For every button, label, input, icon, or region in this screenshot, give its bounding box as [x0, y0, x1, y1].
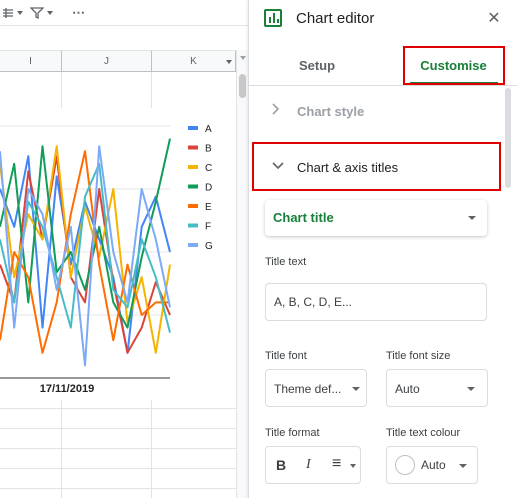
- title-text-colour-label: Title text colour: [386, 427, 461, 439]
- section-chart-style[interactable]: Chart style: [249, 88, 502, 134]
- spreadsheet-area: ⋯ I J K 17/11/2019 A B C D E F G: [0, 0, 248, 498]
- column-header-k[interactable]: K: [152, 51, 236, 72]
- series-line-a: [0, 155, 171, 354]
- chevron-down-icon: [459, 464, 467, 468]
- title-font-size-select[interactable]: Auto: [386, 369, 488, 407]
- series-line-g: [0, 145, 171, 367]
- align-icon[interactable]: ≡: [332, 455, 341, 473]
- scroll-up-icon: [240, 56, 246, 60]
- column-header-i[interactable]: I: [0, 51, 62, 72]
- bold-button[interactable]: B: [276, 457, 286, 473]
- legend-label-e: E: [205, 202, 212, 213]
- legend-label-c: C: [205, 163, 212, 174]
- filter-options-button[interactable]: [30, 4, 53, 22]
- chart-canvas: 17/11/2019 ABCDEFG: [0, 124, 213, 395]
- title-format-label: Title format: [265, 427, 320, 439]
- legend-label-b: B: [205, 144, 212, 155]
- editor-header: Chart editor ✕: [249, 0, 517, 44]
- colour-swatch: [395, 455, 415, 475]
- title-text-label: Title text: [265, 256, 307, 268]
- scrollbar-thumb[interactable]: [505, 88, 511, 188]
- sheet-toolbar: ⋯: [0, 0, 248, 26]
- title-type-value: Chart title: [273, 210, 334, 225]
- chevron-right-icon: [271, 102, 281, 121]
- chevron-down-icon: [467, 387, 475, 391]
- legend-label-a: A: [205, 124, 212, 135]
- title-format-toolbar: B I ≡: [265, 446, 361, 484]
- editor-scrollbar[interactable]: [504, 86, 512, 498]
- title-text-value: A, B, C, D, E...: [274, 295, 353, 309]
- more-options-button[interactable]: ⋯: [72, 4, 85, 22]
- table-options-icon: [3, 8, 13, 18]
- title-text-colour-value: Auto: [421, 458, 446, 472]
- title-font-value: Theme def...: [274, 382, 342, 396]
- chevron-down-icon: [226, 60, 232, 64]
- section-label: Chart style: [297, 103, 365, 119]
- line-chart[interactable]: 17/11/2019 A B C D E F G: [0, 108, 236, 400]
- close-icon[interactable]: ✕: [487, 11, 501, 27]
- editor-title: Chart editor: [296, 10, 375, 27]
- filter-options-icon: [30, 7, 44, 20]
- column-header-j[interactable]: J: [62, 51, 152, 72]
- chart-editor-panel: Chart editor ✕ Setup Customise Chart sty…: [248, 0, 517, 498]
- title-text-colour-select[interactable]: Auto: [386, 446, 478, 484]
- chevron-down-icon: [350, 464, 356, 468]
- chevron-down-icon: [468, 216, 476, 220]
- legend-label-d: D: [205, 183, 212, 194]
- title-type-select[interactable]: Chart title: [265, 200, 487, 236]
- title-font-label: Title font: [265, 350, 307, 362]
- sheet-vertical-scrollbar[interactable]: [236, 50, 248, 498]
- chevron-down-icon: [47, 11, 53, 15]
- highlight-box-customise: [403, 46, 505, 85]
- title-font-size-value: Auto: [395, 382, 420, 396]
- legend-label-f: F: [205, 222, 211, 233]
- legend-label-g: G: [205, 241, 213, 252]
- title-text-input[interactable]: A, B, C, D, E...: [265, 283, 487, 321]
- tab-setup[interactable]: Setup: [267, 44, 367, 86]
- table-options-button[interactable]: [2, 4, 23, 22]
- title-font-select[interactable]: Theme def...: [265, 369, 367, 407]
- x-tick-label: 17/11/2019: [40, 383, 94, 395]
- chevron-down-icon: [17, 11, 23, 15]
- more-options-icon: ⋯: [72, 5, 85, 20]
- series-line-b: [0, 155, 171, 354]
- italic-button[interactable]: I: [306, 457, 311, 473]
- scrollbar-thumb[interactable]: [239, 74, 246, 98]
- chart-icon: [264, 9, 282, 27]
- title-font-size-label: Title font size: [386, 350, 451, 362]
- highlight-box-axis-titles: [252, 142, 501, 191]
- column-header-row: I J K: [0, 50, 248, 72]
- chevron-down-icon: [352, 387, 360, 391]
